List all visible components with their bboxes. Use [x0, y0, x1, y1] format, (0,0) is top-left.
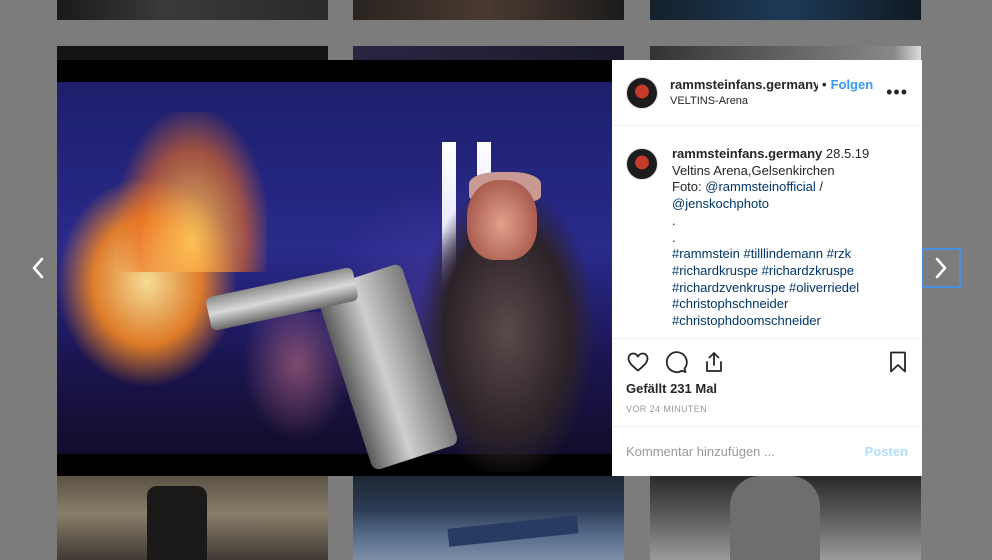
post-modal: rammsteinfans.germany • Folgen VELTINS-A… [57, 60, 922, 476]
post-timestamp: VOR 24 MINUTEN [626, 404, 708, 414]
caption-username[interactable]: rammsteinfans.germany [672, 146, 822, 161]
caption-dot: . [672, 212, 676, 228]
next-post-button[interactable] [921, 248, 961, 288]
performer-head [467, 180, 537, 260]
post-actions: Gefällt 231 Mal VOR 24 MINUTEN [612, 338, 922, 414]
post-username[interactable]: rammsteinfans.germany [670, 77, 818, 93]
caption-avatar[interactable] [626, 148, 658, 180]
follow-button[interactable]: Folgen [831, 77, 874, 93]
post-location[interactable]: VELTINS-Arena [670, 95, 873, 109]
comment-icon[interactable] [664, 350, 688, 374]
mention-link[interactable]: @jenskochphoto [672, 196, 869, 213]
grid-thumbnail[interactable] [353, 476, 624, 560]
bookmark-icon[interactable] [886, 350, 910, 374]
grid-thumbnail[interactable] [353, 0, 624, 20]
caption-dot: . [672, 229, 676, 245]
caption-slash: / [815, 179, 823, 195]
caption-location-line: Veltins Arena,Gelsenkirchen [672, 162, 835, 178]
more-options-icon[interactable]: ••• [886, 82, 908, 103]
post-header: rammsteinfans.germany • Folgen VELTINS-A… [612, 60, 922, 126]
heart-icon[interactable] [626, 350, 650, 374]
caption-date: 28.5.19 [822, 146, 870, 161]
hashtag-line[interactable]: #christophschneider [672, 296, 869, 313]
grid-thumbnail[interactable] [57, 0, 328, 20]
grid-thumbnail[interactable] [650, 476, 921, 560]
mention-link[interactable]: @rammsteinofficial [705, 179, 816, 194]
chevron-left-icon [32, 257, 44, 279]
post-caption: rammsteinfans.germany 28.5.19 Veltins Ar… [612, 126, 922, 338]
grid-thumbnail[interactable] [57, 476, 328, 560]
chevron-right-icon [935, 257, 947, 279]
post-side-panel: rammsteinfans.germany • Folgen VELTINS-A… [612, 60, 922, 476]
caption-photo-credit: Foto: [672, 179, 706, 195]
comment-input[interactable] [626, 444, 865, 459]
comment-bar: Posten [612, 426, 922, 476]
hashtag-line[interactable]: #christophdoomschneider [672, 313, 869, 330]
hashtag-line[interactable]: #richardkruspe #richardzkruspe [672, 263, 869, 280]
flame [117, 112, 267, 272]
separator-dot: • [822, 76, 827, 92]
hashtag-line[interactable]: #rammstein #tilllindemann #rzk [672, 246, 869, 263]
avatar[interactable] [626, 76, 658, 109]
post-comment-button[interactable]: Posten [865, 444, 908, 459]
share-icon[interactable] [702, 350, 726, 374]
post-photo[interactable] [57, 60, 612, 476]
previous-post-button[interactable] [18, 248, 58, 288]
grid-thumbnail[interactable] [650, 0, 921, 20]
hashtag-line[interactable]: #richardzvenkruspe #oliverriedel [672, 280, 869, 297]
like-count[interactable]: Gefällt 231 Mal [626, 381, 910, 396]
concert-scene [57, 82, 612, 472]
